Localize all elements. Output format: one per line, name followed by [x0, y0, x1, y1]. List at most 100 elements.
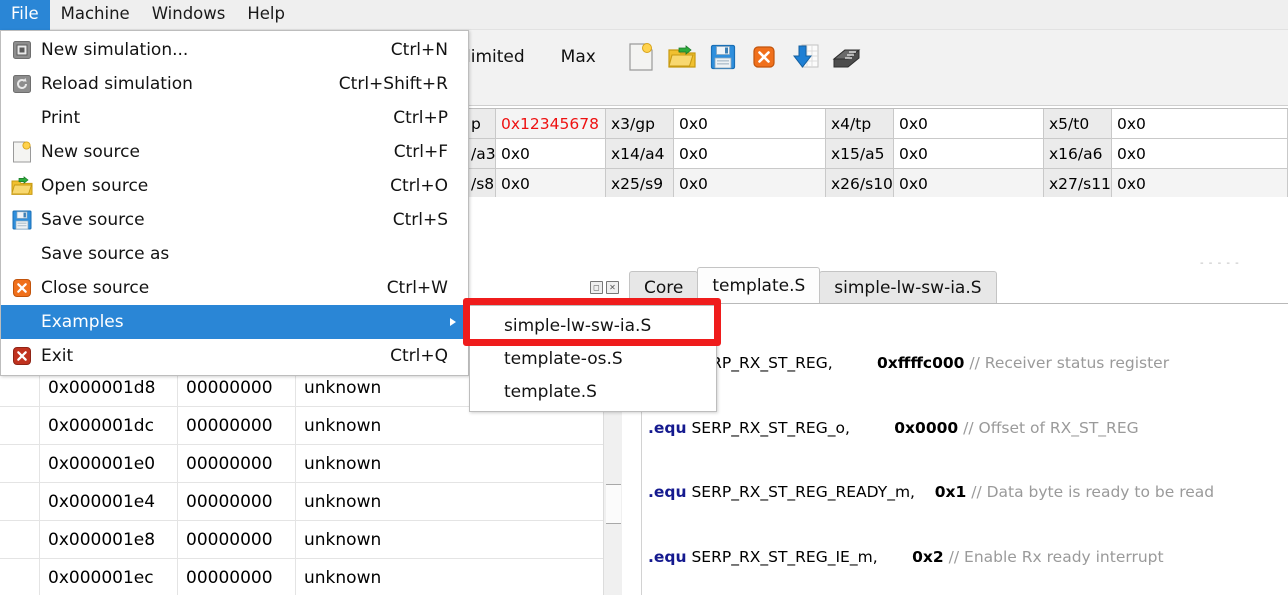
- memory-instruction: unknown: [304, 529, 382, 550]
- menu-item-label: Close source: [41, 278, 150, 298]
- breakpoint-cell[interactable]: [0, 445, 40, 482]
- table-row[interactable]: 0x000001dc 00000000 unknown: [0, 407, 614, 445]
- menu-file[interactable]: File: [0, 0, 50, 30]
- tab-simple-lw-sw-ia-s[interactable]: simple-lw-sw-ia.S: [819, 271, 997, 304]
- panel-grip[interactable]: - - - - -: [1200, 258, 1240, 269]
- speed-unlimited-label: limited: [466, 47, 525, 67]
- menu-item-save-source[interactable]: Save source Ctrl+S: [1, 203, 468, 237]
- examples-submenu[interactable]: simple-lw-sw-ia.S template-os.S template…: [469, 305, 717, 412]
- editor-code[interactable]: .equ SERP_RX_ST_REG, 0xffffc000 // Recei…: [648, 310, 1288, 595]
- menu-machine[interactable]: Machine: [50, 0, 141, 30]
- save-source-icon: [9, 209, 35, 231]
- register-value: 0x0: [496, 139, 606, 168]
- editor-tabbar[interactable]: ◻ ✕ Core template.S simple-lw-sw-ia.S: [590, 262, 997, 304]
- new-simulation-icon: [9, 39, 35, 61]
- app-window: limited Max p 0x12345678 x3/gp 0x0 x4/tp…: [0, 0, 1288, 595]
- chevron-right-icon: [450, 318, 456, 326]
- register-value: 0x0: [894, 109, 1044, 138]
- menu-item-label: Save source as: [41, 244, 170, 264]
- memory-address: 0x000001e0: [40, 445, 178, 482]
- menu-item-examples[interactable]: Examples: [1, 305, 468, 339]
- table-row[interactable]: 0x000001ec 00000000 unknown: [0, 559, 614, 595]
- close-icon[interactable]: ✕: [606, 281, 619, 294]
- menu-item-shortcut: Ctrl+N: [390, 40, 448, 60]
- register-name: x25/s9: [606, 169, 674, 197]
- menu-item-save-source-as[interactable]: Save source as: [1, 237, 468, 271]
- menu-help[interactable]: Help: [236, 0, 296, 30]
- register-name: x15/a5: [826, 139, 894, 168]
- register-name: x3/gp: [606, 109, 674, 138]
- breakpoint-cell[interactable]: [0, 559, 40, 595]
- menu-windows[interactable]: Windows: [141, 0, 237, 30]
- table-row[interactable]: 0x000001e0 00000000 unknown: [0, 445, 614, 483]
- code-line: .equ SERP_RX_ST_REG_READY_m, 0x1 // Data…: [648, 483, 1215, 501]
- memory-icon[interactable]: [829, 40, 863, 74]
- register-name: p: [466, 109, 496, 138]
- menu-item-label: Reload simulation: [41, 74, 193, 94]
- breakpoint-cell[interactable]: [0, 521, 40, 558]
- no-icon: [9, 311, 35, 333]
- table-row[interactable]: /s8 0x0 x25/s9 0x0 x26/s10 0x0 x27/s11 0…: [466, 169, 1288, 197]
- register-name: /a3: [466, 139, 496, 168]
- breakpoint-cell[interactable]: [0, 407, 40, 444]
- no-icon: [9, 243, 35, 265]
- tab-template-s[interactable]: template.S: [697, 267, 821, 304]
- memory-value: 00000000: [178, 521, 296, 558]
- toolbar: limited Max: [466, 36, 870, 78]
- menu-item-close-source[interactable]: Close source Ctrl+W: [1, 271, 468, 305]
- code-symbol: SERP_RX_ST_REG_IE_m,: [691, 547, 878, 566]
- register-table[interactable]: p 0x12345678 x3/gp 0x0 x4/tp 0x0 x5/t0 0…: [466, 108, 1288, 197]
- register-name: x27/s11: [1044, 169, 1112, 197]
- memory-address: 0x000001ec: [40, 559, 178, 595]
- memory-instruction: unknown: [304, 567, 382, 588]
- table-row[interactable]: /a3 0x0 x14/a4 0x0 x15/a5 0x0 x16/a6 0x0: [466, 139, 1288, 169]
- memory-value: 00000000: [178, 407, 296, 444]
- register-name: x14/a4: [606, 139, 674, 168]
- breakpoint-cell[interactable]: [0, 483, 40, 520]
- float-icon[interactable]: ◻: [590, 281, 603, 294]
- file-menu-popup[interactable]: New simulation... Ctrl+N Reload simulati…: [0, 30, 469, 376]
- menu-item-exit[interactable]: Exit Ctrl+Q: [1, 339, 468, 373]
- menu-item-label: Open source: [41, 176, 149, 196]
- download-icon[interactable]: [788, 40, 822, 74]
- register-value: 0x0: [674, 169, 826, 197]
- new-source-icon[interactable]: [624, 40, 658, 74]
- open-source-icon: [9, 175, 35, 197]
- menu-item-label: Examples: [41, 312, 124, 332]
- tab-core[interactable]: Core: [629, 271, 699, 304]
- code-line: .equ SERP_RX_ST_REG_o, 0x0000 // Offset …: [648, 418, 1139, 437]
- register-value: 0x0: [496, 169, 606, 197]
- register-value: 0x0: [1112, 139, 1288, 168]
- menubar[interactable]: File Machine Windows Help: [0, 0, 1288, 30]
- close-source-icon[interactable]: [747, 40, 781, 74]
- menu-item-open-source[interactable]: Open source Ctrl+O: [1, 169, 468, 203]
- menu-item-label: New simulation...: [41, 40, 189, 60]
- save-source-icon[interactable]: [706, 40, 740, 74]
- submenu-item-simple-lw-sw-ia[interactable]: simple-lw-sw-ia.S: [470, 309, 716, 342]
- table-row[interactable]: p 0x12345678 x3/gp 0x0 x4/tp 0x0 x5/t0 0…: [466, 109, 1288, 139]
- table-row[interactable]: 0x000001e8 00000000 unknown: [0, 521, 614, 559]
- register-value: 0x0: [1112, 109, 1288, 138]
- memory-instruction: unknown: [304, 453, 382, 474]
- menu-item-shortcut: Ctrl+P: [393, 108, 448, 128]
- table-row[interactable]: 0x000001e4 00000000 unknown: [0, 483, 614, 521]
- menu-item-label: New source: [41, 142, 140, 162]
- menu-item-new-simulation[interactable]: New simulation... Ctrl+N: [1, 33, 468, 67]
- memory-value: 00000000: [178, 483, 296, 520]
- menu-item-new-source[interactable]: New source Ctrl+F: [1, 135, 468, 169]
- memory-value: 00000000: [178, 445, 296, 482]
- menu-item-print[interactable]: Print Ctrl+P: [1, 101, 468, 135]
- exit-icon: [9, 345, 35, 367]
- scrollbar-thumb[interactable]: [606, 484, 621, 524]
- code-editor[interactable]: .equ SERP_RX_ST_REG, 0xffffc000 // Recei…: [622, 303, 1288, 595]
- dock-buttons[interactable]: ◻ ✕: [590, 281, 619, 294]
- submenu-item-template-os[interactable]: template-os.S: [470, 342, 716, 375]
- register-value: 0x0: [674, 139, 826, 168]
- menu-item-label: Save source: [41, 210, 145, 230]
- open-source-icon[interactable]: [665, 40, 699, 74]
- memory-address: 0x000001e8: [40, 521, 178, 558]
- memory-address: 0x000001e4: [40, 483, 178, 520]
- submenu-item-template[interactable]: template.S: [470, 375, 716, 408]
- close-source-icon: [9, 277, 35, 299]
- menu-item-reload-simulation[interactable]: Reload simulation Ctrl+Shift+R: [1, 67, 468, 101]
